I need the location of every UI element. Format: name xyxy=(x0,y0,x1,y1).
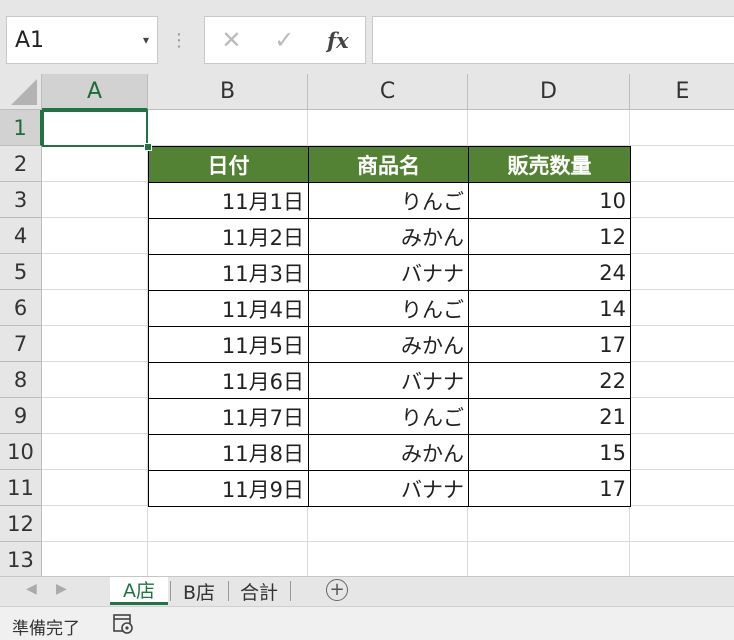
name-box[interactable]: A1 ▾ xyxy=(6,16,158,64)
row-header-1[interactable]: 1 xyxy=(0,110,42,146)
tab-scroll-left-icon[interactable]: ◀ xyxy=(26,581,37,597)
formula-bar: A1 ▾ ⋮ ✕ ✓ fx xyxy=(0,12,734,74)
table-cell[interactable]: 10 xyxy=(468,182,631,219)
tab-scroll-right-icon[interactable]: ▶ xyxy=(56,581,67,597)
cancel-icon[interactable]: ✕ xyxy=(221,26,241,54)
column-header-a[interactable]: A xyxy=(42,74,148,110)
chevron-down-icon[interactable]: ▾ xyxy=(135,33,157,47)
name-box-value: A1 xyxy=(15,27,45,53)
column-header-b[interactable]: B xyxy=(148,74,308,110)
table-cell[interactable]: みかん xyxy=(308,326,469,363)
row-header-2[interactable]: 2 xyxy=(0,146,42,182)
tab-separator xyxy=(228,581,229,601)
row-header-12[interactable]: 12 xyxy=(0,506,42,542)
table-cell[interactable]: 22 xyxy=(468,362,631,399)
row-header-4[interactable]: 4 xyxy=(0,218,42,254)
table-cell[interactable]: 11月1日 xyxy=(148,182,309,219)
table-cell[interactable]: 14 xyxy=(468,290,631,327)
table-cell[interactable]: 12 xyxy=(468,218,631,255)
table-cell[interactable]: りんご xyxy=(308,182,469,219)
table-header-cell[interactable]: 日付 xyxy=(148,146,309,183)
row-header-7[interactable]: 7 xyxy=(0,326,42,362)
table-cell[interactable]: バナナ xyxy=(308,362,469,399)
table-header-cell[interactable]: 販売数量 xyxy=(468,146,631,183)
tab-sheet-a[interactable]: A店 xyxy=(110,577,168,605)
row-header-6[interactable]: 6 xyxy=(0,290,42,326)
tab-separator xyxy=(290,581,291,601)
table-cell[interactable]: 15 xyxy=(468,434,631,471)
table-header-cell[interactable]: 商品名 xyxy=(308,146,469,183)
table-cell[interactable]: 21 xyxy=(468,398,631,435)
row-header-3[interactable]: 3 xyxy=(0,182,42,218)
enter-icon[interactable]: ✓ xyxy=(274,26,294,54)
gridline xyxy=(42,541,734,542)
table-cell[interactable]: みかん xyxy=(308,218,469,255)
table-cell[interactable]: 11月6日 xyxy=(148,362,309,399)
active-cell-a1[interactable] xyxy=(42,110,148,147)
table-cell[interactable]: 17 xyxy=(468,470,631,507)
accessibility-macro-icon[interactable] xyxy=(112,613,136,639)
table-cell[interactable]: 11月4日 xyxy=(148,290,309,327)
more-options-icon[interactable]: ⋮ xyxy=(170,22,188,58)
formula-input[interactable] xyxy=(372,16,734,64)
row-header-10[interactable]: 10 xyxy=(0,434,42,470)
table-cell[interactable]: りんご xyxy=(308,290,469,327)
insert-function-icon[interactable]: fx xyxy=(327,28,349,53)
table-cell[interactable]: 11月7日 xyxy=(148,398,309,435)
table-cell[interactable]: 11月8日 xyxy=(148,434,309,471)
column-header-e[interactable]: E xyxy=(630,74,734,110)
table-cell[interactable]: みかん xyxy=(308,434,469,471)
table-cell[interactable]: りんご xyxy=(308,398,469,435)
table-cell[interactable]: バナナ xyxy=(308,254,469,291)
table-cell[interactable]: 24 xyxy=(468,254,631,291)
table-cell[interactable]: 11月9日 xyxy=(148,470,309,507)
column-header-c[interactable]: C xyxy=(308,74,468,110)
table-cell[interactable]: 17 xyxy=(468,326,631,363)
row-header-5[interactable]: 5 xyxy=(0,254,42,290)
row-header-11[interactable]: 11 xyxy=(0,470,42,506)
fill-handle[interactable] xyxy=(144,143,152,151)
add-sheet-icon[interactable]: + xyxy=(326,579,348,601)
row-header-8[interactable]: 8 xyxy=(0,362,42,398)
row-header-13[interactable]: 13 xyxy=(0,542,42,576)
worksheet-grid: A B C D E 1 2 3 4 5 6 7 8 9 10 11 12 13 日付 商品名 販売数量 11月1日 りんご 1… xyxy=(0,74,734,576)
tab-sheet-total[interactable]: 合計 xyxy=(230,577,288,605)
table-cell[interactable]: 11月3日 xyxy=(148,254,309,291)
window-top-strip xyxy=(0,0,734,12)
sheet-tabs-bar: ◀ ▶ A店 B店 合計 + xyxy=(0,576,734,606)
status-ready-text: 準備完了 xyxy=(12,619,80,639)
table-cell[interactable]: 11月2日 xyxy=(148,218,309,255)
tab-separator xyxy=(170,581,171,601)
status-bar: 準備完了 xyxy=(0,606,734,640)
select-all-button[interactable] xyxy=(0,74,42,110)
table-cell[interactable]: 11月5日 xyxy=(148,326,309,363)
row-header-9[interactable]: 9 xyxy=(0,398,42,434)
tab-sheet-b[interactable]: B店 xyxy=(172,577,226,605)
column-header-d[interactable]: D xyxy=(468,74,630,110)
formula-buttons: ✕ ✓ fx xyxy=(204,16,366,64)
table-cell[interactable]: バナナ xyxy=(308,470,469,507)
